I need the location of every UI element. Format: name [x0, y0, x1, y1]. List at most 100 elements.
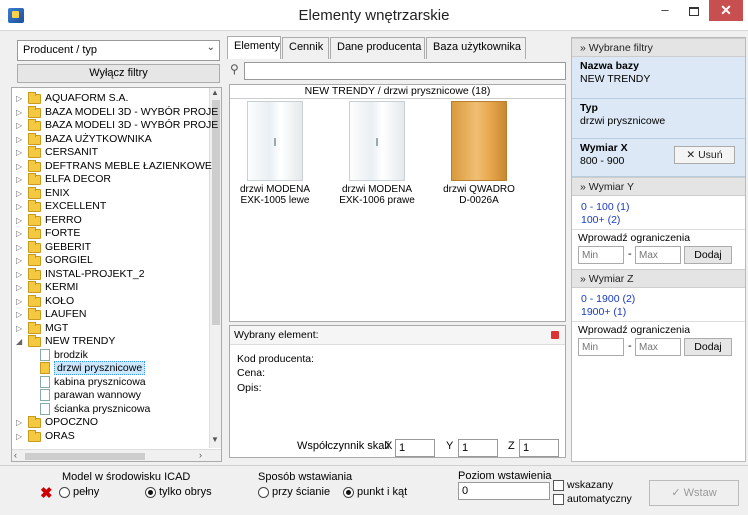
tree-item[interactable]: ▷ LAUFEN	[12, 308, 208, 321]
expand-icon[interactable]: ▷	[16, 416, 25, 429]
scale-x-input[interactable]: 1	[395, 439, 435, 457]
insert-point-radio[interactable]	[343, 487, 354, 498]
expand-icon[interactable]: ▷	[16, 119, 25, 132]
scroll-down-icon[interactable]: ▼	[211, 435, 219, 444]
product-thumbnail	[349, 101, 405, 181]
expand-icon[interactable]: ▷	[16, 200, 25, 213]
expand-icon[interactable]: ▷	[16, 241, 25, 254]
gallery-item[interactable]: drzwi MODENA EXK-1006 prawe	[337, 101, 417, 206]
tree-item[interactable]: ▷ MGT	[12, 321, 208, 335]
model-outline-radio[interactable]	[145, 487, 156, 498]
expand-icon[interactable]: ▷	[16, 146, 25, 159]
disable-filters-button[interactable]: Wyłącz filtry	[17, 64, 220, 83]
minimize-button[interactable]: –	[651, 2, 679, 24]
tree-item[interactable]: ▷ GORGIEL	[12, 254, 208, 267]
expand-icon[interactable]: ▷	[16, 322, 25, 335]
expand-icon[interactable]: ▷	[16, 227, 25, 240]
tree-subitem[interactable]: parawan wannowy	[12, 389, 208, 402]
scroll-left-icon[interactable]: ‹	[14, 450, 17, 460]
details-title: Wybrany element:	[234, 329, 319, 341]
tree-item[interactable]: ▷ BAZA MODELI 3D - WYBÓR PROJE	[12, 105, 218, 119]
tab-elementy[interactable]: Elementy	[227, 36, 281, 59]
tree-item[interactable]: ▷ FERRO	[12, 213, 208, 227]
dimension-y-option[interactable]: 0 - 100 (1)	[581, 201, 629, 213]
y-add-button[interactable]: Dodaj	[684, 246, 732, 264]
dimension-y-header[interactable]: » Wymiar Y	[572, 177, 745, 196]
dimension-y-option[interactable]: 100+ (2)	[581, 214, 620, 226]
tree-item[interactable]: ▷ KOŁO	[12, 294, 208, 308]
tree-item[interactable]: ▷ GEBERIT	[12, 240, 208, 254]
tree-item[interactable]: ▷ BAZA MODELI 3D - WYBÓR PROJE	[12, 119, 218, 132]
expand-icon[interactable]: ▷	[16, 187, 25, 200]
expand-icon[interactable]: ▷	[16, 308, 25, 321]
z-add-button[interactable]: Dodaj	[684, 338, 732, 356]
expand-icon[interactable]: ▷	[16, 295, 25, 308]
tab-dane-producenta[interactable]: Dane producenta	[330, 37, 425, 59]
tree-item[interactable]: ▷ KERMI	[12, 281, 208, 294]
tree-item[interactable]: ▷ EXCELLENT	[12, 200, 208, 213]
specified-checkbox[interactable]	[553, 480, 564, 491]
scroll-up-icon[interactable]: ▲	[211, 88, 219, 97]
tree-item[interactable]: ▷ OPOCZNO	[12, 416, 208, 429]
expand-icon[interactable]: ▷	[16, 281, 25, 294]
tab-cennik[interactable]: Cennik	[282, 37, 329, 59]
insert-wall-radio[interactable]	[258, 487, 269, 498]
export-icon[interactable]	[551, 331, 559, 339]
dimension-z-header[interactable]: » Wymiar Z	[572, 269, 745, 288]
folder-icon	[28, 213, 41, 226]
insert-button[interactable]: ✓ Wstaw	[649, 480, 739, 506]
model-full-radio[interactable]	[59, 487, 70, 498]
z-max-input[interactable]	[635, 338, 681, 356]
tree-item[interactable]: ▷ ENIX	[12, 186, 208, 200]
tree-item-label: kabina prysznicowa	[54, 375, 146, 388]
scale-y-input[interactable]: 1	[458, 439, 498, 457]
expand-icon[interactable]: ▷	[16, 173, 25, 186]
expand-icon[interactable]: ▷	[16, 254, 25, 267]
insert-level-input[interactable]: 0	[458, 482, 550, 500]
scale-z-input[interactable]: 1	[519, 439, 559, 457]
tree-scroll-thumb[interactable]	[212, 100, 220, 325]
selected-filters-header[interactable]: » Wybrane filtry	[572, 38, 745, 57]
gallery-item[interactable]: drzwi MODENA EXK-1005 lewe	[235, 101, 315, 206]
tree-item[interactable]: ▷ ELFA DECOR	[12, 173, 208, 186]
tree-item[interactable]: ▷ DEFTRANS MEBLE ŁAZIENKOWE	[12, 159, 212, 173]
tree-subitem[interactable]: ścianka prysznicowa	[12, 402, 208, 416]
tree-item[interactable]: ◢ NEW TRENDY	[12, 335, 208, 348]
expand-icon[interactable]: ▷	[16, 133, 25, 146]
dimension-z-option[interactable]: 1900+ (1)	[581, 306, 626, 318]
tree-item[interactable]: ▷ FORTE	[12, 227, 208, 240]
maximize-button[interactable]	[680, 2, 708, 24]
tree-item[interactable]: ▷ INSTAL-PROJEKT_2	[12, 267, 208, 281]
close-button[interactable]: ✕	[709, 0, 743, 21]
tree-horizontal-scrollbar[interactable]: ‹ ›	[12, 449, 221, 461]
y-min-input[interactable]	[578, 246, 624, 264]
expand-icon[interactable]: ▷	[16, 430, 25, 443]
tree-item[interactable]: ▷ CERSANIT	[12, 146, 208, 159]
tab-baza-uzytkownika[interactable]: Baza użytkownika	[426, 37, 526, 59]
tree-subitem[interactable]: kabina prysznicowa	[12, 375, 208, 389]
tree-item[interactable]: ▷ BAZA UŻYTKOWNIKA	[12, 132, 208, 146]
expand-icon[interactable]: ▷	[16, 92, 25, 105]
z-min-input[interactable]	[578, 338, 624, 356]
tree-subitem[interactable]: brodzik	[12, 348, 208, 362]
tree-hscroll-thumb[interactable]	[25, 453, 145, 460]
tree-item[interactable]: ▷ ORAS	[12, 429, 208, 443]
gallery-item[interactable]: drzwi QWADRO D-0026A	[439, 101, 519, 206]
scroll-right-icon[interactable]: ›	[199, 450, 202, 460]
remove-filter-button[interactable]: ✕ Usuń	[674, 146, 735, 164]
expand-icon[interactable]: ▷	[16, 268, 25, 281]
collapse-icon[interactable]: ◢	[16, 335, 25, 348]
dimension-z-option[interactable]: 0 - 1900 (2)	[581, 293, 635, 305]
expand-icon[interactable]: ▷	[16, 160, 25, 173]
tree-item[interactable]: ▷ AQUAFORM S.A.	[12, 92, 208, 105]
cancel-x-icon[interactable]: ✖	[40, 484, 53, 502]
tree-subitem[interactable]: drzwi prysznicowe	[12, 361, 208, 375]
y-max-input[interactable]	[635, 246, 681, 264]
search-input[interactable]	[244, 62, 566, 80]
group-by-select[interactable]: Producent / typ ⌄	[17, 40, 220, 61]
item-name: drzwi MODENA	[239, 184, 310, 195]
automatic-checkbox[interactable]	[553, 494, 564, 505]
folder-icon	[28, 254, 41, 266]
expand-icon[interactable]: ▷	[16, 214, 25, 227]
expand-icon[interactable]: ▷	[16, 106, 25, 119]
